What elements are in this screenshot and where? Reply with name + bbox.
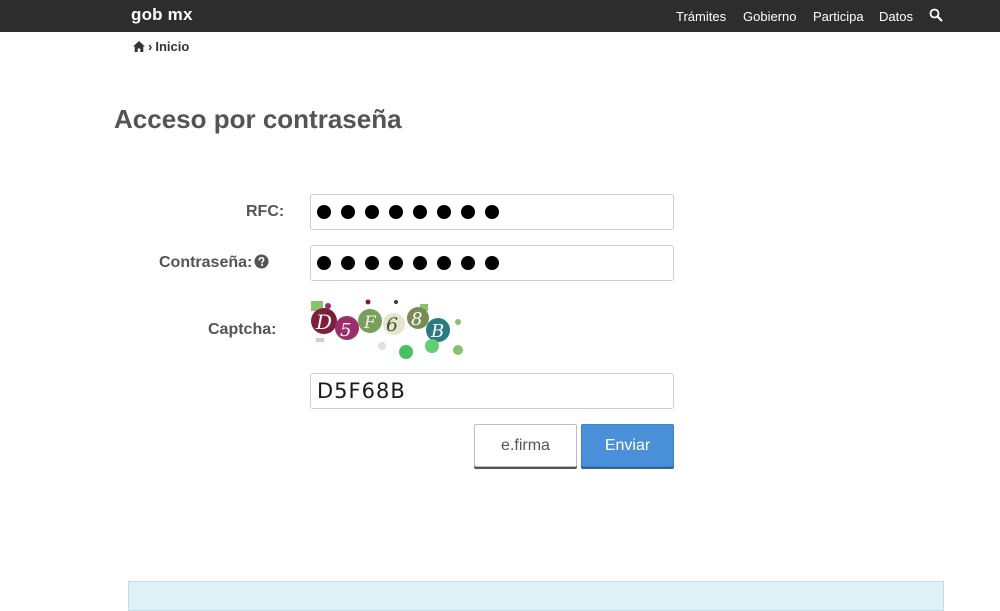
nav-participa[interactable]: Participa xyxy=(813,9,864,24)
mask-dot xyxy=(485,205,499,219)
svg-text:D: D xyxy=(315,310,332,334)
password-label-text: Contraseña: xyxy=(159,254,253,271)
nav-tramites[interactable]: Trámites xyxy=(676,9,726,24)
breadcrumb: › Inicio xyxy=(133,39,189,54)
nav-datos[interactable]: Datos xyxy=(879,9,913,24)
svg-text:F: F xyxy=(363,313,377,333)
nav-gobierno[interactable]: Gobierno xyxy=(743,9,796,24)
submit-button[interactable]: Enviar xyxy=(581,424,674,467)
mask-dot xyxy=(365,256,379,270)
password-masked-value xyxy=(317,246,667,280)
mask-dot xyxy=(461,205,475,219)
mask-dot xyxy=(437,205,451,219)
breadcrumb-inicio[interactable]: Inicio xyxy=(155,39,189,54)
brand-logo[interactable]: gob mx xyxy=(131,5,193,25)
page-title: Acceso por contraseña xyxy=(114,104,402,134)
mask-dot xyxy=(437,256,451,270)
svg-text:5: 5 xyxy=(340,320,351,341)
mask-dot xyxy=(485,256,499,270)
home-icon[interactable] xyxy=(133,41,145,52)
svg-text:B: B xyxy=(430,321,444,342)
rfc-label: RFC: xyxy=(246,203,285,220)
mask-dot xyxy=(317,205,331,219)
password-label: Contraseña: xyxy=(159,254,269,272)
mask-dot xyxy=(365,205,379,219)
info-panel xyxy=(128,581,944,611)
rfc-masked-value xyxy=(317,195,667,229)
question-circle-icon[interactable] xyxy=(254,254,269,269)
mask-dot xyxy=(413,205,427,219)
captcha-input[interactable]: D5F68B xyxy=(310,373,674,409)
password-input[interactable] xyxy=(310,245,674,281)
mask-dot xyxy=(341,256,355,270)
rfc-input[interactable] xyxy=(310,194,674,230)
captcha-label: Captcha: xyxy=(208,321,277,338)
mask-dot xyxy=(413,256,427,270)
mask-dot xyxy=(461,256,475,270)
efirma-button[interactable]: e.firma xyxy=(474,424,577,467)
svg-text:8: 8 xyxy=(411,309,422,330)
svg-text:6: 6 xyxy=(386,314,398,336)
mask-dot xyxy=(341,205,355,219)
mask-dot xyxy=(389,205,403,219)
mask-dot xyxy=(389,256,403,270)
breadcrumb-separator: › xyxy=(148,39,153,54)
captcha-image: D 5 F 6 8 B xyxy=(311,299,463,359)
search-icon[interactable] xyxy=(929,8,943,22)
top-navbar: gob mx Trámites Gobierno Participa Datos xyxy=(0,0,1000,32)
mask-dot xyxy=(317,256,331,270)
